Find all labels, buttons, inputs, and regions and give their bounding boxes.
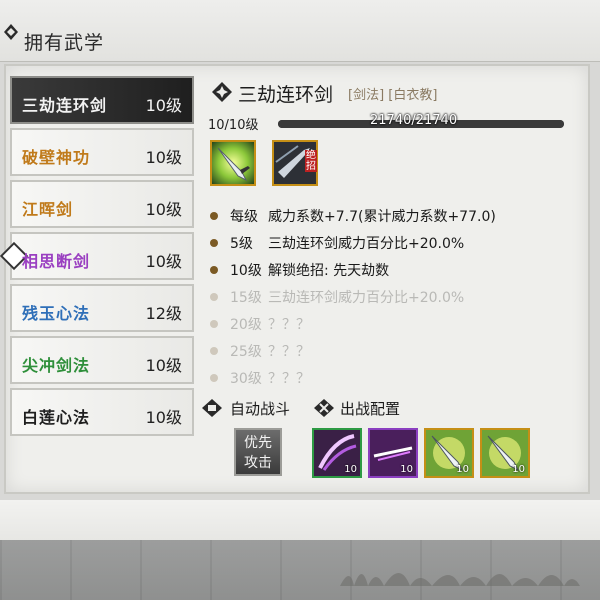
diamond-star-icon — [212, 82, 232, 102]
skill-level: 10级 — [145, 252, 182, 271]
skill-level: 10级 — [145, 200, 182, 219]
skill-list-item[interactable]: 三劫连环剑 10级 — [10, 76, 194, 124]
battle-config-label[interactable]: 出战配置 — [340, 398, 400, 419]
skill-list-item[interactable]: 残玉心法 12级 — [10, 284, 194, 332]
skill-level: 10级 — [145, 148, 182, 167]
skill-effects-list: 每级 威力系数+7.7(累计威力系数+77.0) 5级 三劫连环剑威力百分比+2… — [208, 206, 578, 395]
skill-list-item[interactable]: 白莲心法 10级 — [10, 388, 194, 436]
page-title: 拥有武学 — [24, 32, 105, 54]
effect-level: 10级 — [230, 263, 262, 279]
skill-icon-tile[interactable] — [210, 140, 256, 186]
sword-strike-icon — [212, 142, 254, 184]
exp-text: 21740/21740 — [370, 113, 458, 128]
skill-list-item[interactable]: 破壁神功 10级 — [10, 128, 194, 176]
effect-text: ？？？ — [268, 344, 310, 360]
grass-decoration — [340, 573, 580, 586]
effect-level: 25级 — [230, 344, 262, 360]
skill-name: 相思断剑 — [22, 252, 91, 271]
skill-level: 10级 — [145, 96, 182, 115]
skill-list-item[interactable]: 相思断剑 10级 — [0, 232, 194, 280]
effect-level: 30级 — [230, 371, 262, 387]
bullet-icon — [210, 239, 218, 247]
effect-level: 20级 — [230, 317, 262, 333]
effect-level: 15级 — [230, 290, 262, 306]
bullet-icon — [210, 293, 218, 301]
effect-text: 解锁绝招: 先天劫数 — [268, 263, 390, 279]
battle-slot[interactable]: 10 — [480, 428, 530, 478]
effect-row: 25级 ？？？ — [208, 341, 578, 368]
battle-config-icon[interactable] — [314, 399, 334, 417]
effect-row: 每级 威力系数+7.7(累计威力系数+77.0) — [208, 206, 578, 233]
effect-level: 5级 — [230, 236, 253, 252]
effect-level: 每级 — [230, 209, 258, 225]
battle-slot[interactable]: 10 — [368, 428, 418, 478]
top-bar: 拥有武学 — [0, 0, 600, 62]
battle-slot[interactable]: 10 — [312, 428, 362, 478]
skill-level: 10级 — [145, 408, 182, 427]
slot-level: 10 — [400, 464, 413, 475]
skill-level-text: 10/10级 — [208, 118, 259, 133]
bullet-icon — [210, 374, 218, 382]
slot-level: 10 — [512, 464, 525, 475]
bullet-icon — [210, 320, 218, 328]
ultimate-tag: 绝招 — [305, 150, 317, 172]
skill-name: 江晖剑 — [22, 200, 74, 219]
skill-tags: [剑法] [白衣教] — [348, 88, 438, 103]
priority-line-1: 优先 — [244, 435, 272, 451]
skill-title: 三劫连环剑 — [238, 84, 334, 106]
skill-level: 12级 — [145, 304, 182, 323]
slot-level: 10 — [456, 464, 469, 475]
skill-name: 破壁神功 — [22, 148, 91, 167]
effect-text: 三劫连环剑威力百分比+20.0% — [268, 290, 465, 306]
effect-row: 15级 三劫连环剑威力百分比+20.0% — [208, 287, 578, 314]
bullet-icon — [210, 347, 218, 355]
skill-name: 三劫连环剑 — [22, 96, 108, 115]
effect-row: 10级 解锁绝招: 先天劫数 — [208, 260, 578, 287]
effect-row: 5级 三劫连环剑威力百分比+20.0% — [208, 233, 578, 260]
skill-level: 10级 — [145, 356, 182, 375]
skill-name: 白莲心法 — [22, 408, 91, 427]
slot-level: 10 — [344, 464, 357, 475]
ultimate-icon-tile[interactable]: 绝招 — [272, 140, 318, 186]
effect-row: 20级 ？？？ — [208, 314, 578, 341]
battle-slot[interactable]: 10 — [424, 428, 474, 478]
priority-line-2: 攻击 — [244, 455, 272, 471]
effect-text: 三劫连环剑威力百分比+20.0% — [268, 236, 465, 252]
bullet-icon — [210, 212, 218, 220]
effect-row: 30级 ？？？ — [208, 368, 578, 395]
priority-attack-button[interactable]: 优先 攻击 — [234, 428, 282, 476]
auto-battle-label[interactable]: 自动战斗 — [230, 398, 290, 419]
brush-emblem-icon — [4, 24, 18, 40]
effect-text: ？？？ — [268, 371, 310, 387]
effect-text: 威力系数+7.7(累计威力系数+77.0) — [268, 209, 496, 225]
skill-list-item[interactable]: 江晖剑 10级 — [10, 180, 194, 228]
skill-name: 尖冲剑法 — [22, 356, 91, 375]
skill-list-item[interactable]: 尖冲剑法 10级 — [10, 336, 194, 384]
auto-battle-icon[interactable] — [202, 399, 222, 417]
skill-name: 残玉心法 — [22, 304, 91, 323]
bullet-icon — [210, 266, 218, 274]
effect-text: ？？？ — [268, 317, 310, 333]
skill-list: 三劫连环剑 10级 破壁神功 10级 江晖剑 10级 相思断剑 10级 残玉心法… — [0, 76, 194, 440]
